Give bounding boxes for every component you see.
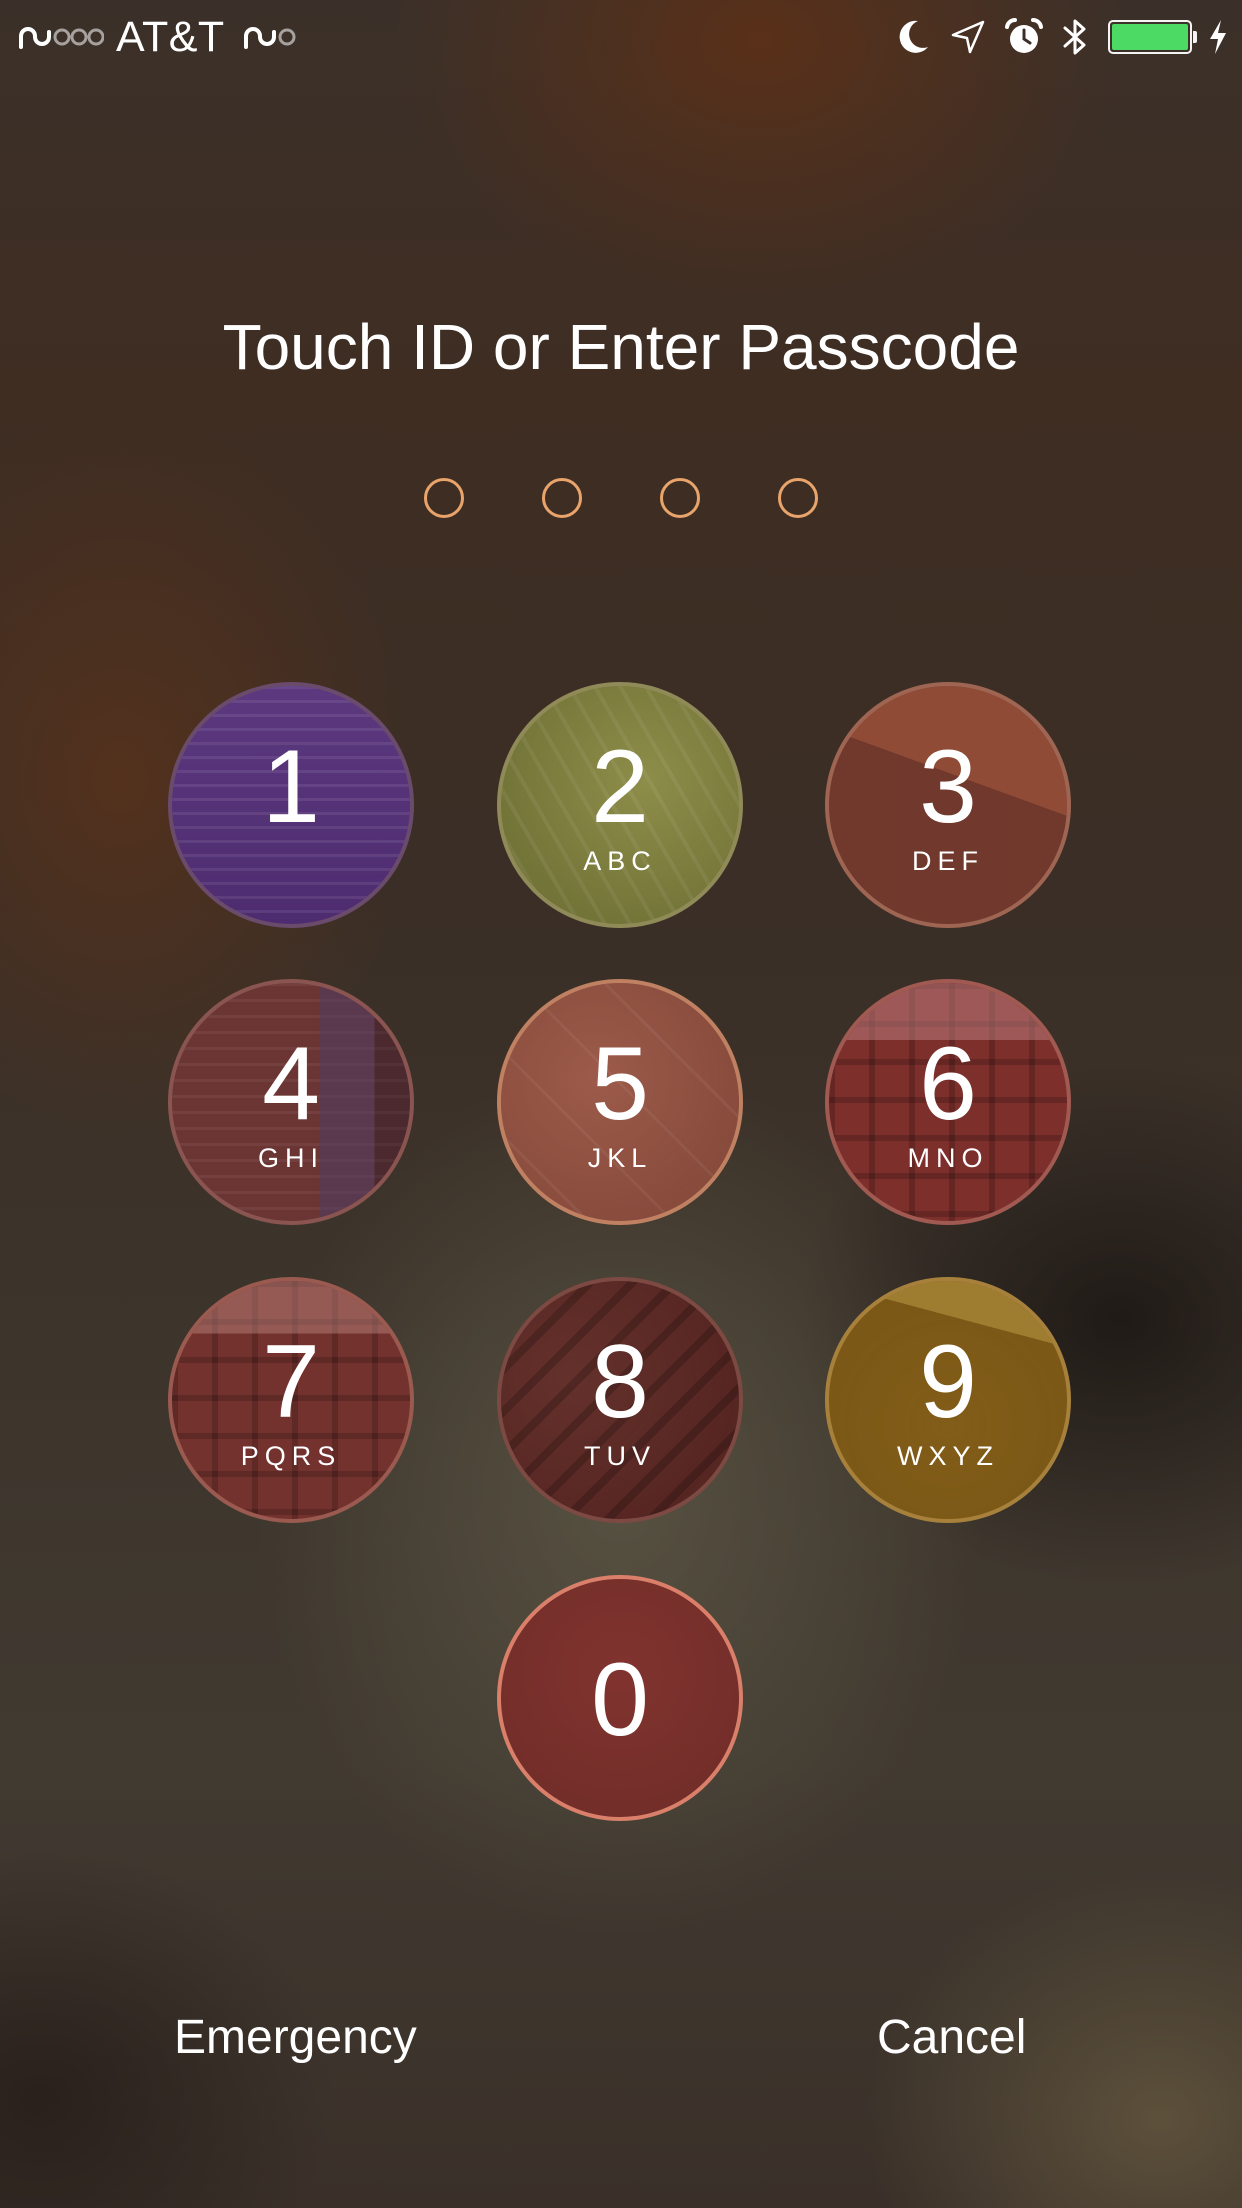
battery-icon <box>1108 20 1197 54</box>
emergency-button[interactable]: Emergency <box>174 2010 417 2065</box>
key-5[interactable]: 5 JKL <box>497 979 743 1225</box>
key-digit: 6 <box>919 1026 977 1142</box>
key-0[interactable]: 0 <box>497 1575 743 1821</box>
status-bar-right <box>874 10 1228 64</box>
passcode-dot <box>424 478 464 518</box>
carrier-name: AT&T <box>116 12 225 61</box>
key-digit: 5 <box>591 1026 649 1142</box>
key-digit: 3 <box>919 729 977 845</box>
key-letters: JKL <box>587 1143 653 1173</box>
passcode-dots <box>0 478 1242 518</box>
cancel-button[interactable]: Cancel <box>877 2010 1026 2065</box>
key-7[interactable]: 7 PQRS <box>168 1277 414 1523</box>
moon-icon <box>899 20 928 53</box>
key-letters: MNO <box>907 1143 989 1173</box>
key-3[interactable]: 3 DEF <box>825 682 1071 928</box>
key-2[interactable]: 2 ABC <box>497 682 743 928</box>
key-letters: ABC <box>583 846 657 876</box>
key-9[interactable]: 9 WXYZ <box>825 1277 1071 1523</box>
passcode-dot <box>660 478 700 518</box>
location-arrow-icon <box>951 20 985 54</box>
key-letters: PQRS <box>240 1441 342 1471</box>
key-6[interactable]: 6 MNO <box>825 979 1071 1225</box>
key-letters: DEF <box>912 846 984 876</box>
charging-bolt-icon <box>1210 20 1226 54</box>
alarm-clock-icon <box>1005 17 1043 53</box>
key-digit: 4 <box>262 1026 320 1142</box>
key-digit: 1 <box>262 729 320 845</box>
bluetooth-icon <box>1063 19 1086 55</box>
key-4[interactable]: 4 GHI <box>168 979 414 1225</box>
passcode-dot <box>778 478 818 518</box>
passcode-dot <box>542 478 582 518</box>
battery-level-fill <box>1112 24 1188 50</box>
key-digit: 2 <box>591 729 649 845</box>
lock-screen: AT&T Touch ID or Enter Passcode 1 2 ABC … <box>0 0 1242 2208</box>
status-bar-left: AT&T <box>18 10 297 64</box>
wifi-icon <box>243 27 296 49</box>
signal-strength-icon <box>19 27 104 49</box>
key-letters: TUV <box>584 1441 656 1471</box>
passcode-prompt-title: Touch ID or Enter Passcode <box>222 311 1020 383</box>
key-1[interactable]: 1 <box>168 682 414 928</box>
key-letters: GHI <box>257 1143 324 1173</box>
key-digit: 8 <box>591 1324 649 1440</box>
key-letters: WXYZ <box>897 1441 999 1471</box>
key-digit: 9 <box>919 1324 977 1440</box>
key-digit: 7 <box>262 1324 320 1440</box>
key-8[interactable]: 8 TUV <box>497 1277 743 1523</box>
key-digit: 0 <box>591 1642 649 1758</box>
